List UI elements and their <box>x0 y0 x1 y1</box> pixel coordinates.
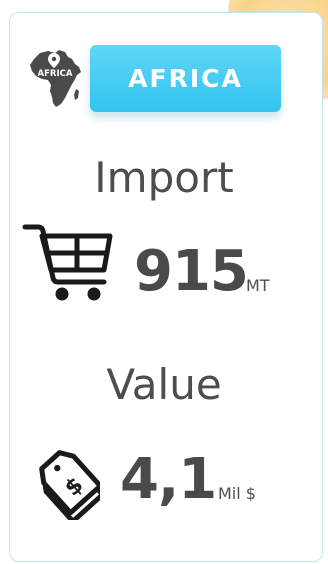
africa-icon-label: AFRICA <box>38 69 73 79</box>
import-amount: 915 <box>134 239 249 304</box>
import-unit: MT <box>246 276 270 295</box>
page: AFRICA AFRICA Import 915 MT Value $ 4,1 … <box>0 0 328 564</box>
shopping-cart-icon <box>22 224 113 301</box>
africa-map-icon: AFRICA <box>30 50 81 107</box>
value-heading: Value <box>106 360 222 409</box>
price-tag-dollar-icon: $ <box>39 450 100 520</box>
value-amount: 4,1 <box>120 447 217 512</box>
import-heading: Import <box>94 153 234 202</box>
value-unit: Mil $ <box>218 484 256 503</box>
africa-region-button[interactable]: AFRICA <box>90 45 281 112</box>
